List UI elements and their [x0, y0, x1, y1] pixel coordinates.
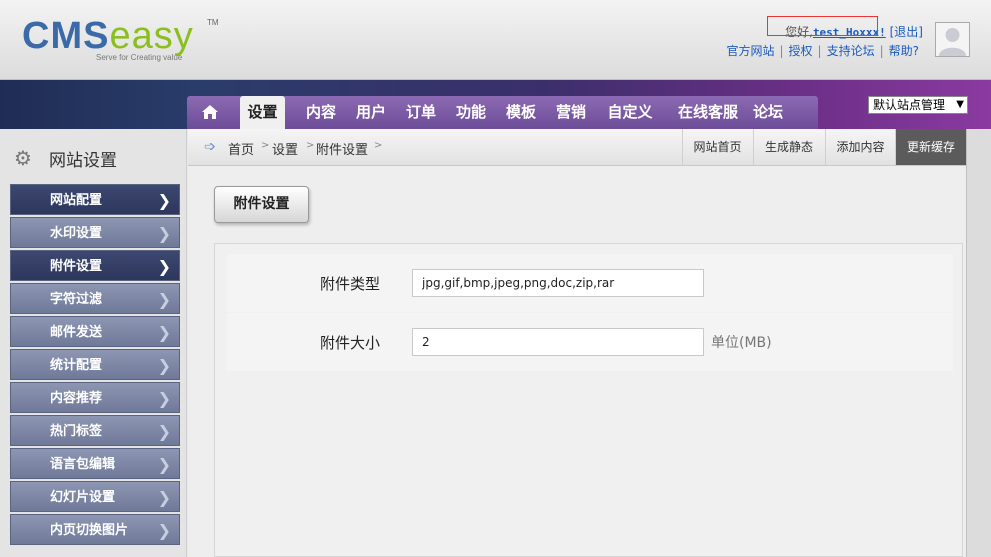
attachment-size-input[interactable]	[412, 328, 704, 356]
chevron-right-icon: ❯	[157, 191, 171, 210]
cmseasy-logo[interactable]: CMSeasy TM Serve for Creating value	[22, 15, 219, 66]
chevron-right-icon: ❯	[157, 224, 171, 243]
nav-tab-custom[interactable]: 自定义	[600, 96, 660, 129]
sidebar-item-char-filter[interactable]: 字符过滤 ❯	[10, 283, 180, 314]
sidebar-item-inner-images[interactable]: 内页切换图片 ❯	[10, 514, 180, 545]
top-links: 官方网站 | 授权 | 支持论坛 | 帮助?	[726, 44, 919, 58]
logo-tagline: Serve for Creating value	[96, 53, 183, 62]
main-nav-band: 设置 内容 用户 订单 功能 模板 营销 自定义 在线客服 论坛	[0, 80, 991, 129]
chevron-right-icon: ❯	[157, 422, 171, 441]
sidebar-item-watermark[interactable]: 水印设置 ❯	[10, 217, 180, 248]
chevron-right-icon: ❯	[157, 488, 171, 507]
chevron-right-icon: ❯	[157, 455, 171, 474]
nav-tab-functions[interactable]: 功能	[450, 96, 492, 129]
nav-tab-settings[interactable]: 设置	[240, 96, 285, 129]
attachment-size-unit: 单位(MB)	[711, 335, 772, 351]
sidebar-item-hot-tags[interactable]: 热门标签 ❯	[10, 415, 180, 446]
greeting-text: 您好,	[785, 25, 813, 39]
user-avatar-icon	[936, 23, 969, 56]
chevron-right-icon: ❯	[157, 323, 171, 342]
avatar[interactable]	[935, 22, 970, 57]
site-select-value: 默认站点管理	[873, 98, 946, 112]
gear-icon: ⚙	[14, 146, 32, 170]
official-site-link[interactable]: 官方网站	[726, 44, 774, 58]
sidebar-item-recommend[interactable]: 内容推荐 ❯	[10, 382, 180, 413]
chevron-right-icon: ❯	[157, 521, 171, 540]
user-greeting: 您好,test_Hoxxx! [退出]	[785, 23, 923, 40]
chevron-down-icon: ▼	[956, 99, 964, 110]
main-nav: 设置 内容 用户 订单 功能 模板 营销 自定义 在线客服 论坛	[187, 96, 818, 129]
attachment-type-label: 附件类型	[320, 275, 381, 293]
logo-text-easy: easy	[109, 15, 194, 57]
nav-tab-users[interactable]: 用户	[350, 96, 392, 129]
logout-link[interactable]: [退出]	[890, 25, 923, 39]
main-content: 附件设置 附件类型 附件大小 单位(MB)	[188, 166, 966, 557]
sidebar-item-site-config[interactable]: 网站配置 ❯	[10, 184, 180, 215]
attachment-settings-button[interactable]: 附件设置	[214, 186, 309, 223]
username-link[interactable]: test_Hoxxx!	[813, 26, 886, 39]
chevron-right-icon: ❯	[157, 290, 171, 309]
site-home-button[interactable]: 网站首页	[682, 129, 752, 165]
form-row-attachment-type: 附件类型	[227, 254, 953, 312]
sidebar-item-attachment[interactable]: 附件设置 ❯	[10, 250, 180, 281]
chevron-right-icon: ❯	[157, 257, 171, 276]
breadcrumb-home[interactable]: 首页	[228, 139, 254, 158]
attachment-type-input[interactable]	[412, 269, 704, 297]
arrow-right-icon: ➩	[204, 139, 216, 155]
top-header: CMSeasy TM Serve for Creating value 您好,t…	[0, 0, 991, 80]
sidebar-title-text: 网站设置	[49, 151, 117, 171]
nav-home[interactable]	[195, 96, 225, 129]
nav-tab-online-service[interactable]: 在线客服	[669, 96, 747, 129]
license-link[interactable]: 授权	[789, 44, 813, 58]
breadcrumb-attachment: 附件设置	[316, 143, 369, 158]
add-content-button[interactable]: 添加内容	[825, 129, 895, 165]
nav-tab-content[interactable]: 内容	[300, 96, 342, 129]
chevron-right-icon: ❯	[157, 356, 171, 375]
attachment-size-label: 附件大小	[320, 334, 381, 352]
nav-tab-orders[interactable]: 订单	[400, 96, 442, 129]
page-scrollbar[interactable]	[966, 129, 991, 557]
home-icon	[202, 105, 218, 119]
form-row-attachment-size: 附件大小 单位(MB)	[227, 313, 953, 371]
sidebar-title: ⚙ 网站设置	[0, 129, 187, 183]
settings-form: 附件类型 附件大小 单位(MB)	[214, 243, 963, 557]
generate-static-button[interactable]: 生成静态	[753, 129, 824, 165]
logo-tm: TM	[207, 18, 219, 27]
sidebar-item-language[interactable]: 语言包编辑 ❯	[10, 448, 180, 479]
breadcrumb-settings[interactable]: 设置	[272, 139, 298, 158]
sidebar-item-slideshow[interactable]: 幻灯片设置 ❯	[10, 481, 180, 512]
breadcrumb: ➩ 首页 > 设置 > 附件设置 > 网站首页 生成静态 添加内容 更新缓存	[188, 129, 966, 166]
help-link[interactable]: 帮助?	[889, 44, 919, 58]
sidebar-item-mail[interactable]: 邮件发送 ❯	[10, 316, 180, 347]
site-select-dropdown[interactable]: 默认站点管理 ▼	[868, 96, 968, 114]
forum-link[interactable]: 支持论坛	[827, 44, 875, 58]
sidebar: ⚙ 网站设置 网站配置 ❯ 水印设置 ❯ 附件设置 ❯ 字符过滤 ❯ 邮件发送 ❯ 统计配…	[0, 129, 187, 557]
update-cache-button[interactable]: 更新缓存	[895, 129, 966, 165]
nav-tab-templates[interactable]: 模板	[500, 96, 542, 129]
chevron-right-icon: ❯	[157, 389, 171, 408]
logo-text-cms: CMS	[22, 15, 110, 57]
sidebar-item-stats[interactable]: 统计配置 ❯	[10, 349, 180, 380]
nav-tab-marketing[interactable]: 营销	[550, 96, 592, 129]
nav-tab-forum[interactable]: 论坛	[750, 96, 786, 129]
